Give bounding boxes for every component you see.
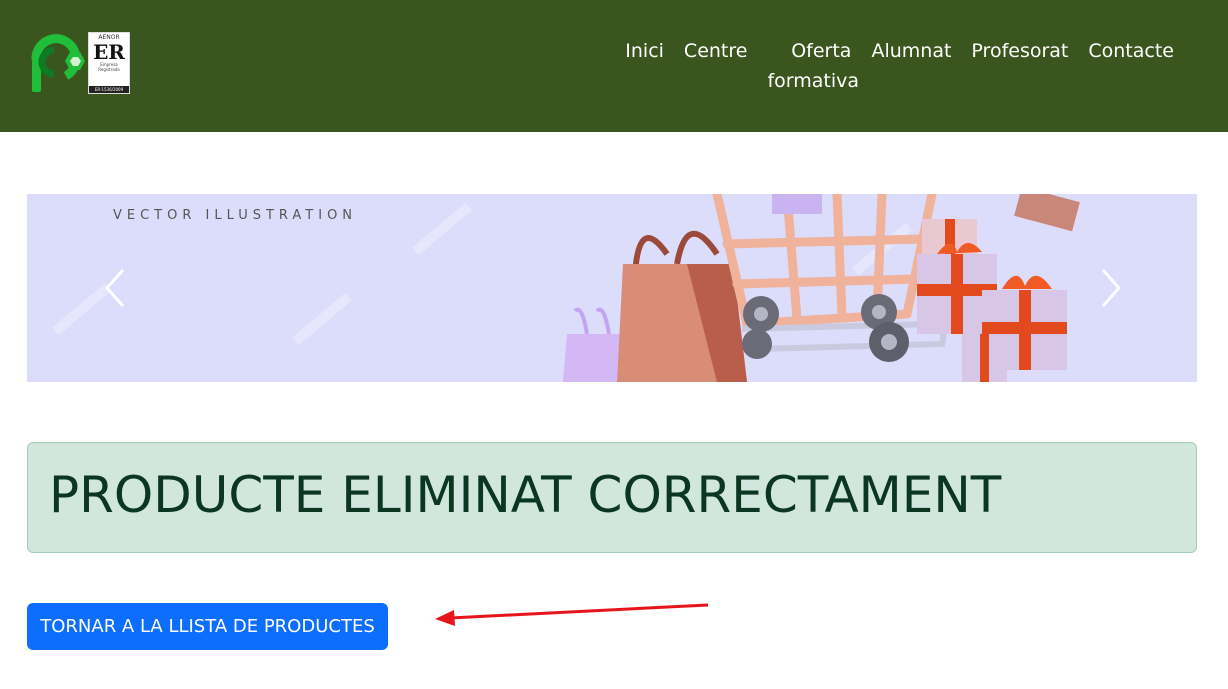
- back-to-product-list-button[interactable]: TORNAR A LA LLISTA DE PRODUCTES: [27, 603, 388, 650]
- aenor-certification-badge: AENOR ER Empresa Registrada ER-1536/2009: [88, 32, 130, 94]
- school-logo-icon[interactable]: [30, 30, 86, 96]
- nav-item-contacte[interactable]: Contacte: [1088, 36, 1174, 66]
- cert-mark: ER: [93, 40, 125, 64]
- cert-subtitle-2: Registrada: [98, 67, 120, 72]
- nav-item-inici[interactable]: Inici: [625, 36, 664, 66]
- cert-code: ER-1536/2009: [89, 86, 129, 93]
- nav-item-oferta-formativa[interactable]: Oferta formativa: [767, 36, 859, 96]
- banner-caption: VECTOR ILLUSTRATION: [113, 208, 358, 223]
- chevron-left-icon[interactable]: [97, 264, 137, 312]
- site-header: AENOR ER Empresa Registrada ER-1536/2009…: [0, 0, 1228, 132]
- main-nav: Inici Centre Oferta formativa Alumnat Pr…: [605, 36, 1174, 96]
- red-arrow-icon: [435, 603, 709, 626]
- chevron-right-icon[interactable]: [1089, 264, 1129, 312]
- success-alert: PRODUCTE ELIMINAT CORRECTAMENT: [27, 442, 1197, 553]
- success-message: PRODUCTE ELIMINAT CORRECTAMENT: [49, 466, 1002, 524]
- nav-item-alumnat[interactable]: Alumnat: [871, 36, 951, 66]
- promo-carousel[interactable]: VECTOR ILLUSTRATION: [27, 194, 1197, 382]
- nav-item-profesorat[interactable]: Profesorat: [971, 36, 1068, 66]
- nav-item-centre[interactable]: Centre: [684, 36, 748, 66]
